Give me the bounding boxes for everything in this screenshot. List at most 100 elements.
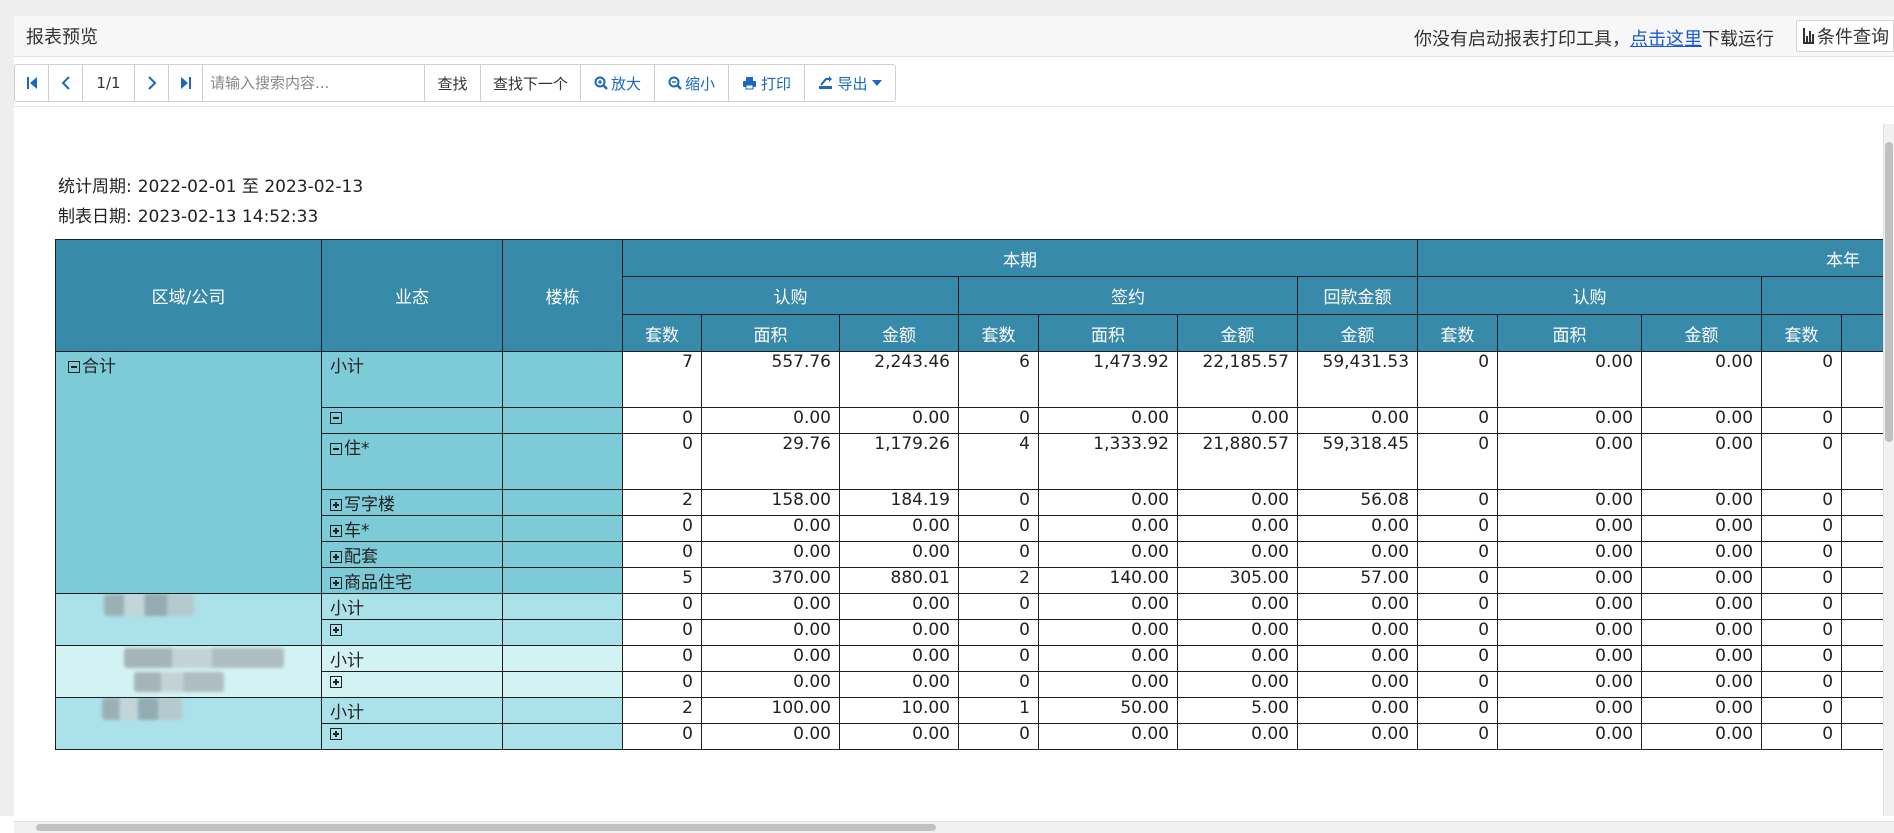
- value-cell: 0.00: [1498, 408, 1642, 434]
- value-cell: 0.00: [1642, 724, 1762, 750]
- subheader-cell: 金额: [1178, 315, 1298, 352]
- expand-icon[interactable]: [330, 499, 342, 511]
- value-cell: 0.00: [1498, 724, 1642, 750]
- value-cell: 0.00: [1642, 490, 1762, 516]
- value-cell: 0: [1418, 698, 1498, 724]
- value-cell: 4: [959, 434, 1039, 490]
- type-label: 配套: [344, 547, 378, 567]
- header-subscribe: 认购: [623, 277, 959, 315]
- export-label: 导出: [837, 73, 867, 94]
- prev-page-button[interactable]: [49, 65, 83, 101]
- value-cell: 0.00: [1178, 594, 1298, 620]
- value-cell: 2: [623, 698, 702, 724]
- last-page-button[interactable]: [169, 65, 203, 101]
- value-cell: 7: [623, 352, 702, 408]
- toolbar-divider: [14, 106, 1894, 107]
- subheader-cell: 套数: [623, 315, 702, 352]
- type-label: 商品住宅: [344, 573, 412, 593]
- vertical-scrollbar[interactable]: [1883, 124, 1894, 816]
- header-region: 区域/公司: [56, 240, 322, 352]
- report-toolbar: 1/1 查找 查找下一个 放大 缩小 打印 导出: [14, 64, 896, 102]
- expand-icon[interactable]: [330, 551, 342, 563]
- search-input[interactable]: [203, 66, 424, 100]
- value-cell: 140.00: [1039, 568, 1178, 594]
- condition-query-label: 条件查询: [1817, 23, 1889, 49]
- value-cell: 0.00: [1039, 672, 1178, 698]
- value-cell: 2: [959, 568, 1039, 594]
- first-page-icon: [26, 76, 38, 90]
- value-cell: 0.00: [840, 516, 959, 542]
- type-cell: 小计: [322, 594, 503, 620]
- table-row: 配套00.000.0000.000.000.0000.000.000: [56, 542, 1894, 568]
- zoom-out-label: 缩小: [685, 73, 715, 94]
- table-row: 00.000.0000.000.000.0000.000.000: [56, 672, 1894, 698]
- collapse-icon[interactable]: [330, 412, 342, 424]
- horizontal-scrollbar[interactable]: [14, 821, 1894, 833]
- value-cell: 0: [1762, 594, 1842, 620]
- value-cell: 0.00: [702, 542, 840, 568]
- value-cell: 10.00: [840, 698, 959, 724]
- zoom-in-button[interactable]: 放大: [581, 65, 655, 101]
- header-this-year: 本年: [1418, 240, 1894, 277]
- value-cell: 0: [1762, 516, 1842, 542]
- value-cell: 0: [623, 672, 702, 698]
- horizontal-scroll-thumb[interactable]: [36, 824, 936, 831]
- next-page-button[interactable]: [135, 65, 169, 101]
- value-cell: 0.00: [1039, 516, 1178, 542]
- export-button[interactable]: 导出: [805, 65, 895, 101]
- zoom-out-icon: [668, 76, 682, 90]
- find-next-button[interactable]: 查找下一个: [481, 65, 581, 101]
- value-cell: 0.00: [1642, 352, 1762, 408]
- value-cell: 0.00: [1178, 724, 1298, 750]
- notice-suffix: 下载运行: [1702, 29, 1774, 50]
- expand-icon[interactable]: [330, 624, 342, 636]
- value-cell: 0: [623, 434, 702, 490]
- value-cell: 0.00: [1642, 620, 1762, 646]
- download-link[interactable]: 点击这里: [1630, 29, 1702, 50]
- expand-icon[interactable]: [330, 577, 342, 589]
- vertical-scroll-thumb[interactable]: [1885, 142, 1893, 442]
- page-indicator[interactable]: 1/1: [83, 65, 135, 101]
- value-cell: 0.00: [1039, 594, 1178, 620]
- value-cell: 370.00: [702, 568, 840, 594]
- value-cell: 0.00: [1039, 542, 1178, 568]
- value-cell: 0.00: [1039, 724, 1178, 750]
- collapse-icon[interactable]: [68, 361, 80, 373]
- value-cell: 0.00: [1498, 352, 1642, 408]
- type-cell: [322, 408, 503, 434]
- value-cell: 0: [1762, 724, 1842, 750]
- zoom-out-button[interactable]: 缩小: [655, 65, 729, 101]
- expand-icon[interactable]: [330, 525, 342, 537]
- table-row: 小计2100.0010.00150.005.000.0000.000.000: [56, 698, 1894, 724]
- value-cell: 0.00: [1642, 646, 1762, 672]
- type-cell: 小计: [322, 698, 503, 724]
- type-label: 写字楼: [344, 495, 395, 515]
- value-cell: 0.00: [1298, 698, 1418, 724]
- expand-icon[interactable]: [330, 728, 342, 740]
- building-cell: [503, 568, 623, 594]
- subheader-cell: 面积: [702, 315, 840, 352]
- value-cell: 0.00: [1178, 672, 1298, 698]
- type-cell: 小计: [322, 646, 503, 672]
- value-cell: 0: [1762, 672, 1842, 698]
- value-cell: 0.00: [702, 672, 840, 698]
- collapse-icon[interactable]: [330, 443, 342, 455]
- window-frame: 报表预览 你没有启动报表打印工具，点击这里下载运行 条件查询 1/1 查找 查找…: [0, 0, 1894, 816]
- type-cell: 写字楼: [322, 490, 503, 516]
- value-cell: 0.00: [1498, 698, 1642, 724]
- value-cell: 0.00: [1178, 490, 1298, 516]
- value-cell: 2,243.46: [840, 352, 959, 408]
- value-cell: 0: [1762, 408, 1842, 434]
- print-button[interactable]: 打印: [729, 65, 805, 101]
- type-cell: 配套: [322, 542, 503, 568]
- value-cell: 0.00: [1642, 568, 1762, 594]
- condition-query-button[interactable]: 条件查询: [1796, 20, 1894, 52]
- find-button[interactable]: 查找: [425, 65, 481, 101]
- building-cell: [503, 542, 623, 568]
- first-page-button[interactable]: [15, 65, 49, 101]
- period-value: 2022-02-01 至 2023-02-13: [138, 177, 363, 197]
- value-cell: 158.00: [702, 490, 840, 516]
- value-cell: 2: [623, 490, 702, 516]
- expand-icon[interactable]: [330, 676, 342, 688]
- header-building: 楼栋: [503, 240, 623, 352]
